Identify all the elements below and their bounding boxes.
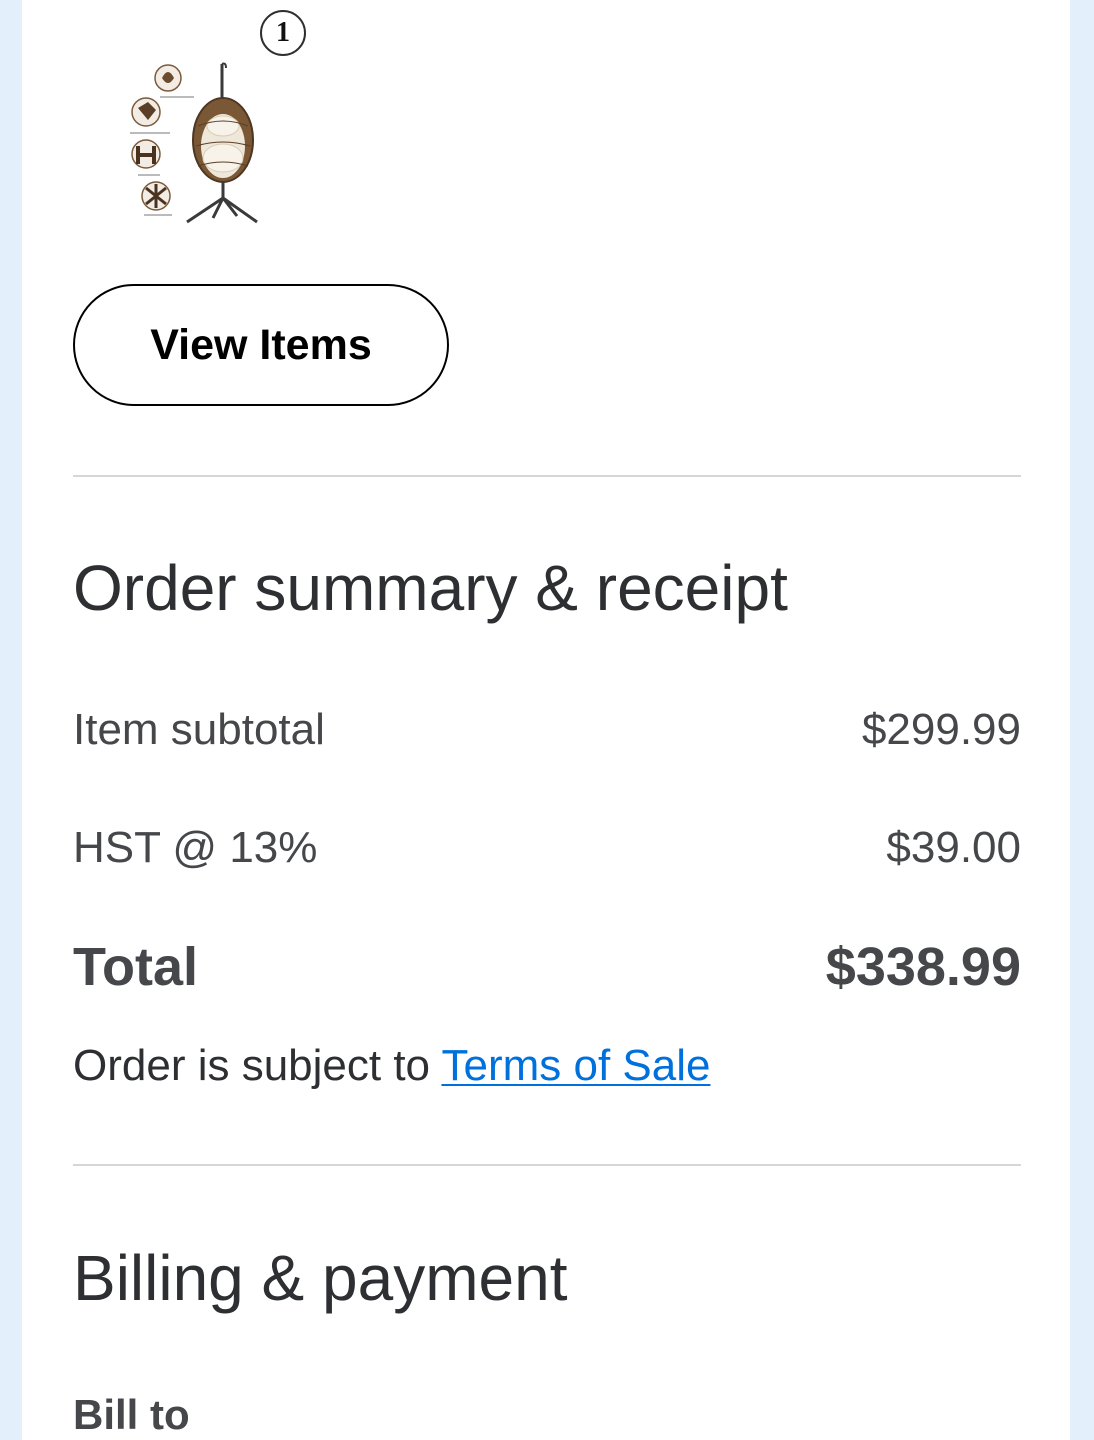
section-divider [73, 1164, 1021, 1166]
terms-notice: Order is subject to Terms of Sale [73, 1044, 710, 1088]
section-divider [73, 475, 1021, 477]
order-summary-title: Order summary & receipt [73, 552, 788, 624]
egg-chair-image [130, 62, 258, 224]
view-items-button[interactable]: View Items [73, 284, 449, 406]
terms-of-sale-link[interactable]: Terms of Sale [441, 1041, 710, 1090]
tax-value: $39.00 [886, 823, 1021, 872]
billing-payment-title: Billing & payment [73, 1242, 568, 1314]
order-details-card: 1 View Items Order summary & receipt Ite… [22, 0, 1070, 1440]
bill-to-label: Bill to [73, 1391, 190, 1438]
item-subtotal-row: Item subtotal $299.99 [73, 708, 1021, 752]
terms-prefix: Order is subject to [73, 1041, 442, 1090]
product-thumbnail[interactable] [120, 56, 270, 226]
item-subtotal-value: $299.99 [861, 705, 1021, 754]
item-subtotal-label: Item subtotal [73, 705, 325, 754]
item-quantity-badge: 1 [260, 10, 306, 56]
total-row: Total $338.99 [73, 940, 1021, 994]
total-value: $338.99 [825, 937, 1021, 997]
tax-label: HST @ 13% [73, 823, 318, 872]
tax-row: HST @ 13% $39.00 [73, 826, 1021, 870]
total-label: Total [73, 937, 198, 997]
